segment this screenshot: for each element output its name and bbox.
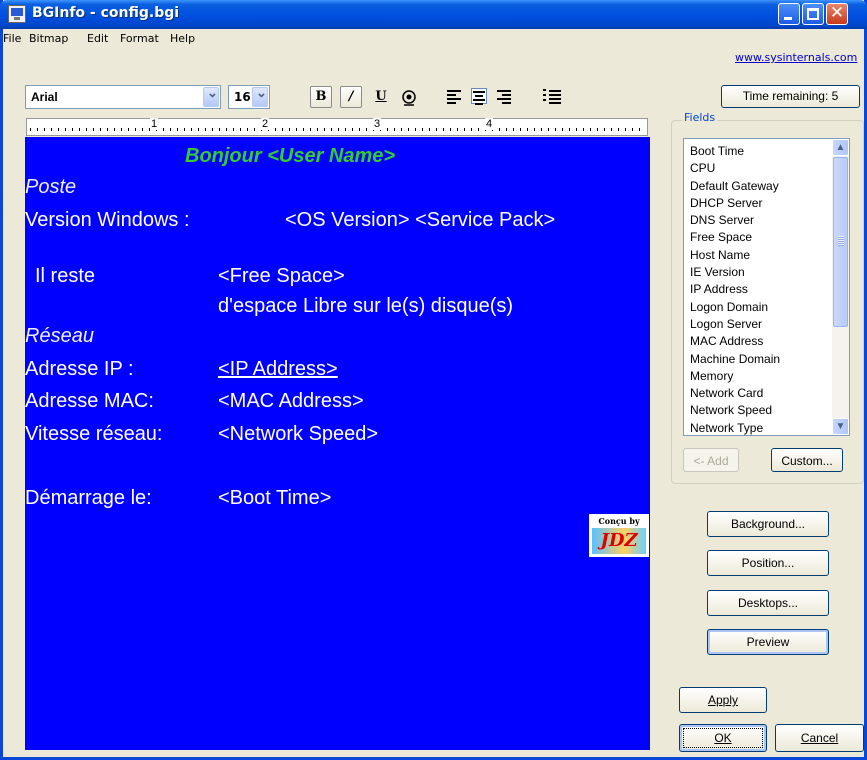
cancel-button[interactable]: Cancel	[775, 724, 864, 752]
list-item[interactable]: Default Gateway	[690, 178, 780, 195]
free-space-label: Il reste	[35, 265, 96, 287]
boot-label: Démarrage le:	[25, 487, 152, 509]
ruler-mark: 2	[261, 118, 270, 130]
section-reseau: Réseau	[25, 325, 94, 347]
sysinternals-link[interactable]: www.sysinternals.com	[735, 51, 857, 64]
greeting-line: Bonjour <User Name>	[185, 145, 396, 167]
align-center-icon[interactable]	[471, 88, 487, 105]
close-icon: ✕	[829, 3, 845, 23]
ruler-mark: 4	[485, 118, 494, 130]
position-button[interactable]: Position...	[707, 550, 829, 576]
list-item[interactable]: Boot Time	[690, 143, 780, 160]
list-item[interactable]: Memory	[690, 368, 780, 385]
list-item[interactable]: MAC Address	[690, 333, 780, 350]
background-button[interactable]: Background...	[707, 511, 829, 537]
font-size-value: 16	[234, 90, 251, 104]
list-item[interactable]: Logon Domain	[690, 299, 780, 316]
chevron-down-icon[interactable]	[252, 85, 268, 107]
ruler-mark: 3	[373, 118, 382, 130]
speed-label: Vitesse réseau:	[25, 423, 163, 445]
app-icon[interactable]	[8, 5, 26, 23]
underline-button[interactable]: U	[370, 86, 392, 108]
menu-help[interactable]: Help	[170, 32, 195, 45]
bginfo-window: BGInfo - config.bgi ✕ File Bitmap Edit F…	[0, 0, 867, 760]
menu-edit[interactable]: Edit	[87, 32, 108, 45]
bold-button[interactable]: B	[310, 86, 332, 108]
menu-bar: File Bitmap Edit Format Help	[3, 29, 867, 49]
ok-button[interactable]: OK	[679, 724, 767, 752]
desktops-button[interactable]: Desktops...	[707, 590, 829, 616]
list-item[interactable]: Network Speed	[690, 402, 780, 419]
bullet-list-icon[interactable]	[543, 88, 561, 104]
ip-value: <IP Address>	[218, 358, 338, 380]
title-bar[interactable]: BGInfo - config.bgi ✕	[0, 0, 867, 29]
fields-legend: Fields	[682, 111, 718, 124]
list-item[interactable]: DNS Server	[690, 212, 780, 229]
free-space-suffix: d'espace Libre sur le(s) disque(s)	[218, 295, 514, 317]
list-item[interactable]: IP Address	[690, 281, 780, 298]
boot-value: <Boot Time>	[218, 487, 332, 509]
section-poste: Poste	[25, 176, 77, 198]
fields-scrollbar[interactable]: ▲ ▼	[832, 139, 849, 435]
os-value: <OS Version> <Service Pack>	[285, 209, 556, 231]
minimize-icon	[784, 17, 792, 20]
free-space-value: <Free Space>	[218, 265, 345, 287]
speed-value: <Network Speed>	[218, 423, 379, 445]
insert-image-button[interactable]	[398, 86, 420, 108]
font-name-select[interactable]: Arial	[25, 85, 221, 109]
font-name-value: Arial	[31, 90, 58, 104]
time-remaining-button[interactable]: Time remaining: 5	[721, 85, 860, 108]
align-left-icon[interactable]	[447, 88, 463, 104]
close-button[interactable]: ✕	[826, 3, 848, 25]
menu-bitmap[interactable]: Bitmap	[29, 32, 68, 45]
rich-text-editor[interactable]: Bonjour <User Name> Poste Version Window…	[25, 137, 650, 750]
list-item[interactable]: Network Type	[690, 420, 780, 435]
apply-button[interactable]: Apply	[679, 687, 767, 713]
list-item[interactable]: IE Version	[690, 264, 780, 281]
fields-list: Boot Time CPU Default Gateway DHCP Serve…	[690, 143, 780, 435]
image-wizard-icon	[402, 90, 416, 106]
menu-format[interactable]: Format	[120, 32, 159, 45]
chevron-down-icon[interactable]	[203, 85, 219, 107]
list-item[interactable]: Network Card	[690, 385, 780, 402]
minimize-button[interactable]	[778, 3, 800, 25]
ruler: 1 2 3 4	[26, 118, 648, 136]
custom-field-button[interactable]: Custom...	[771, 448, 843, 472]
ok-button-label: OK	[683, 728, 763, 748]
scroll-down-icon[interactable]: ▼	[832, 418, 849, 435]
align-right-icon[interactable]	[497, 88, 513, 104]
logo-text: JDZ	[592, 528, 646, 554]
logo-caption: Conçu by	[598, 516, 640, 526]
list-item[interactable]: Logon Server	[690, 316, 780, 333]
scroll-up-icon[interactable]: ▲	[832, 139, 849, 156]
list-item[interactable]: DHCP Server	[690, 195, 780, 212]
list-item[interactable]: Machine Domain	[690, 351, 780, 368]
list-item[interactable]: Host Name	[690, 247, 780, 264]
ruler-mark: 1	[150, 118, 159, 130]
fields-listbox[interactable]: Boot Time CPU Default Gateway DHCP Serve…	[683, 138, 850, 436]
mac-label: Adresse MAC:	[25, 390, 154, 412]
ruler-ticks	[30, 128, 644, 131]
maximize-button[interactable]	[802, 3, 824, 25]
os-label: Version Windows :	[25, 209, 190, 231]
scroll-thumb[interactable]	[833, 157, 848, 327]
add-field-button[interactable]: <- Add	[683, 448, 739, 472]
window-title: BGInfo - config.bgi	[32, 5, 180, 21]
font-size-select[interactable]: 16	[228, 85, 270, 109]
italic-button[interactable]: /	[340, 86, 362, 108]
mac-value: <MAC Address>	[218, 390, 364, 412]
menu-file[interactable]: File	[3, 32, 21, 45]
list-item[interactable]: Free Space	[690, 229, 780, 246]
ip-label: Adresse IP :	[25, 358, 134, 380]
inserted-logo-image[interactable]: Conçu by JDZ	[589, 514, 649, 557]
preview-button[interactable]: Preview	[707, 629, 829, 655]
maximize-icon	[807, 8, 819, 20]
list-item[interactable]: CPU	[690, 160, 780, 177]
